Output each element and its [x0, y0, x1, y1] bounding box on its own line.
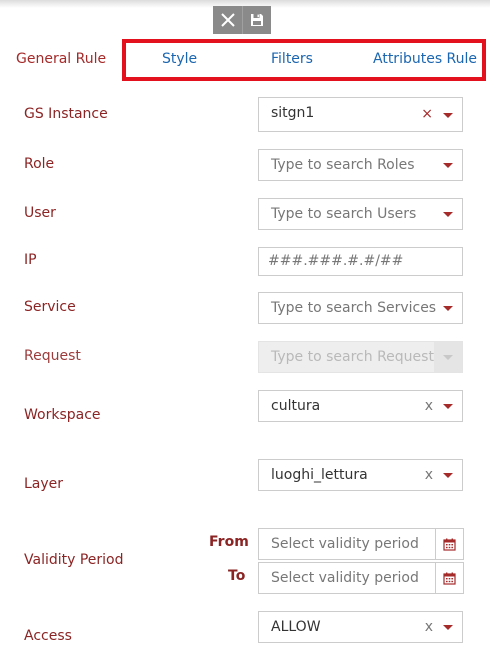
layer-select[interactable]: luoghi_lettura x: [258, 459, 463, 491]
workspace-value: cultura: [271, 398, 321, 414]
chevron-down-icon[interactable]: [443, 625, 453, 630]
layer-label: Layer: [24, 476, 64, 492]
service-placeholder: Type to search Services: [271, 300, 437, 316]
close-icon: [220, 13, 235, 27]
validity-from-placeholder: Select validity period: [271, 536, 419, 552]
ip-placeholder: ###.###.#.#/##: [268, 253, 404, 269]
chevron-down-icon[interactable]: [443, 212, 453, 217]
request-placeholder: Type to search Request: [271, 349, 434, 365]
validity-to-placeholder: Select validity period: [271, 570, 419, 586]
request-select: Type to search Request: [258, 341, 463, 373]
service-label: Service: [24, 299, 76, 315]
clear-icon[interactable]: x: [425, 391, 433, 421]
user-placeholder: Type to search Users: [271, 206, 417, 222]
clear-icon[interactable]: x: [425, 612, 433, 642]
calendar-icon: [443, 538, 456, 551]
tab-general-rule[interactable]: General Rule: [16, 51, 106, 67]
ip-input[interactable]: ###.###.#.#/##: [258, 247, 463, 276]
user-label: User: [24, 205, 56, 221]
to-label: To: [228, 568, 246, 584]
request-label: Request: [24, 348, 81, 364]
chevron-down-icon[interactable]: [443, 473, 453, 478]
role-label: Role: [24, 156, 55, 172]
service-select[interactable]: Type to search Services: [258, 292, 463, 324]
chevron-down-icon[interactable]: [443, 306, 453, 311]
validity-from-calendar-button[interactable]: [436, 528, 464, 560]
save-button[interactable]: [242, 6, 271, 34]
layer-value: luoghi_lettura: [271, 467, 368, 483]
validity-to-input[interactable]: Select validity period: [258, 562, 436, 594]
toolbar: [213, 6, 271, 34]
chevron-down-icon[interactable]: [443, 404, 453, 409]
from-label: From: [209, 534, 249, 550]
validity-from-input[interactable]: Select validity period: [258, 528, 436, 560]
gs-instance-select[interactable]: sitgn1 ×: [258, 97, 463, 132]
tabs-highlight-box: [122, 39, 486, 81]
user-select[interactable]: Type to search Users: [258, 198, 463, 230]
ip-label: IP: [24, 252, 37, 268]
role-select[interactable]: Type to search Roles: [258, 149, 463, 181]
floppy-disk-icon: [251, 14, 263, 26]
validity-to-calendar-button[interactable]: [436, 562, 464, 594]
chevron-down-icon[interactable]: [443, 113, 453, 118]
gs-instance-value: sitgn1: [271, 105, 315, 121]
calendar-icon: [443, 572, 456, 585]
access-value: ALLOW: [271, 619, 321, 635]
access-select[interactable]: ALLOW x: [258, 611, 463, 643]
access-label: Access: [24, 628, 72, 644]
workspace-label: Workspace: [24, 407, 101, 423]
chevron-down-icon: [443, 355, 453, 360]
clear-icon[interactable]: x: [425, 460, 433, 490]
close-button[interactable]: [213, 6, 242, 34]
role-placeholder: Type to search Roles: [271, 157, 415, 173]
clear-icon[interactable]: ×: [421, 98, 433, 131]
gs-instance-label: GS Instance: [24, 106, 108, 122]
workspace-select[interactable]: cultura x: [258, 390, 463, 422]
validity-period-label: Validity Period: [24, 552, 124, 568]
chevron-down-icon[interactable]: [443, 163, 453, 168]
